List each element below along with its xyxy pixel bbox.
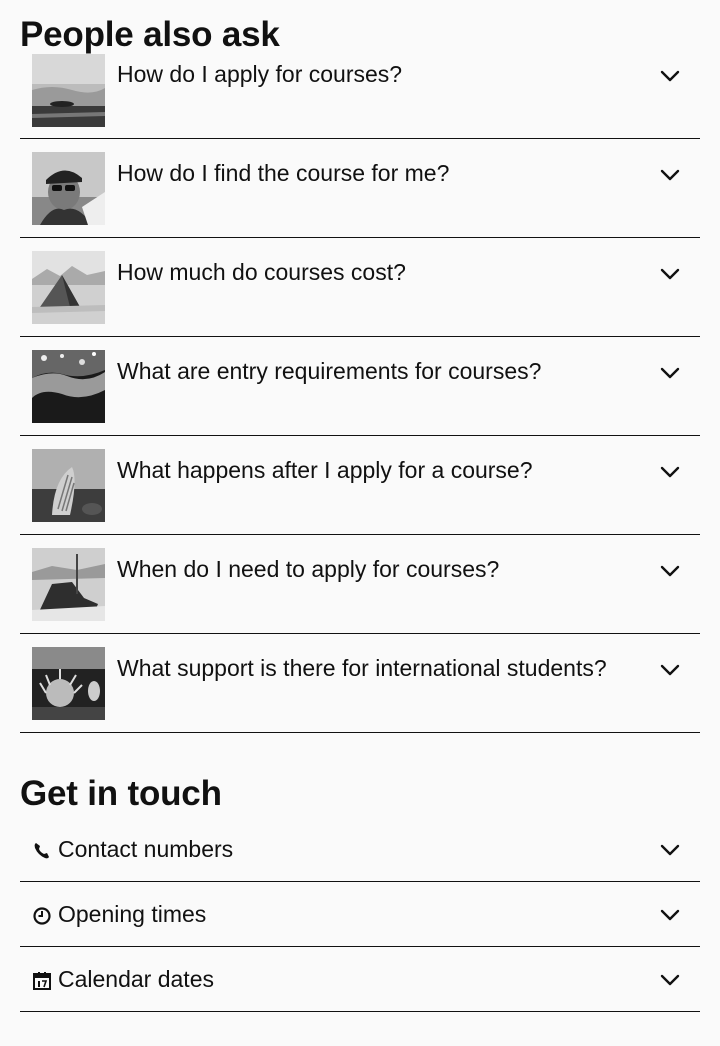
people-also-ask-heading: People also ask — [20, 15, 280, 54]
chevron-down-icon[interactable] — [660, 908, 680, 922]
faq-item-international-support[interactable]: What support is there for international … — [20, 634, 700, 733]
chevron-down-icon[interactable] — [660, 843, 680, 857]
calendar-dates-item[interactable]: Calendar dates — [20, 947, 700, 1012]
faq-item-cost[interactable]: How much do courses cost? — [20, 238, 700, 337]
faq-item-find-course[interactable]: How do I find the course for me? — [20, 139, 700, 238]
chevron-down-icon[interactable] — [660, 168, 680, 182]
faq-question: How do I find the course for me? — [117, 160, 450, 186]
faq-item-when-apply[interactable]: When do I need to apply for courses? — [20, 535, 700, 634]
seabed-anemone-thumbnail — [32, 647, 105, 720]
faq-item-entry-requirements[interactable]: What are entry requirements for courses? — [20, 337, 700, 436]
chevron-down-icon[interactable] — [660, 663, 680, 677]
people-also-ask-list: How do I apply for courses? How do I fin — [20, 52, 700, 733]
clock-icon — [32, 904, 52, 925]
aerial-coastline-thumbnail — [32, 350, 105, 423]
sea-creature-thumbnail — [32, 449, 105, 522]
phone-icon — [32, 839, 52, 859]
faq-item-apply[interactable]: How do I apply for courses? — [20, 52, 700, 139]
get-in-touch-list: Contact numbers Opening times Calendar d… — [20, 826, 700, 1012]
ice-landscape-thumbnail — [32, 54, 105, 127]
faq-question: When do I need to apply for courses? — [117, 556, 500, 582]
faq-question: How do I apply for courses? — [117, 61, 403, 87]
contact-numbers-label: Contact numbers — [58, 836, 234, 862]
calendar-dates-label: Calendar dates — [58, 966, 214, 992]
chevron-down-icon[interactable] — [660, 465, 680, 479]
equipment-on-ice-thumbnail — [32, 548, 105, 621]
chevron-down-icon[interactable] — [660, 564, 680, 578]
calendar-icon — [32, 969, 52, 990]
opening-times-label: Opening times — [58, 901, 207, 927]
faq-question: What are entry requirements for courses? — [117, 358, 542, 384]
faq-question: What happens after I apply for a course? — [117, 457, 533, 483]
chevron-down-icon[interactable] — [660, 69, 680, 83]
person-with-sunglasses-thumbnail — [32, 152, 105, 225]
get-in-touch-heading: Get in touch — [20, 774, 222, 813]
opening-times-item[interactable]: Opening times — [20, 882, 700, 947]
chevron-down-icon[interactable] — [660, 267, 680, 281]
faq-question: What support is there for international … — [117, 655, 607, 681]
faq-item-after-apply[interactable]: What happens after I apply for a course? — [20, 436, 700, 535]
chevron-down-icon[interactable] — [660, 366, 680, 380]
contact-numbers-item[interactable]: Contact numbers — [20, 826, 700, 882]
chevron-down-icon[interactable] — [660, 973, 680, 987]
faq-question: How much do courses cost? — [117, 259, 406, 285]
tent-on-snow-thumbnail — [32, 251, 105, 324]
